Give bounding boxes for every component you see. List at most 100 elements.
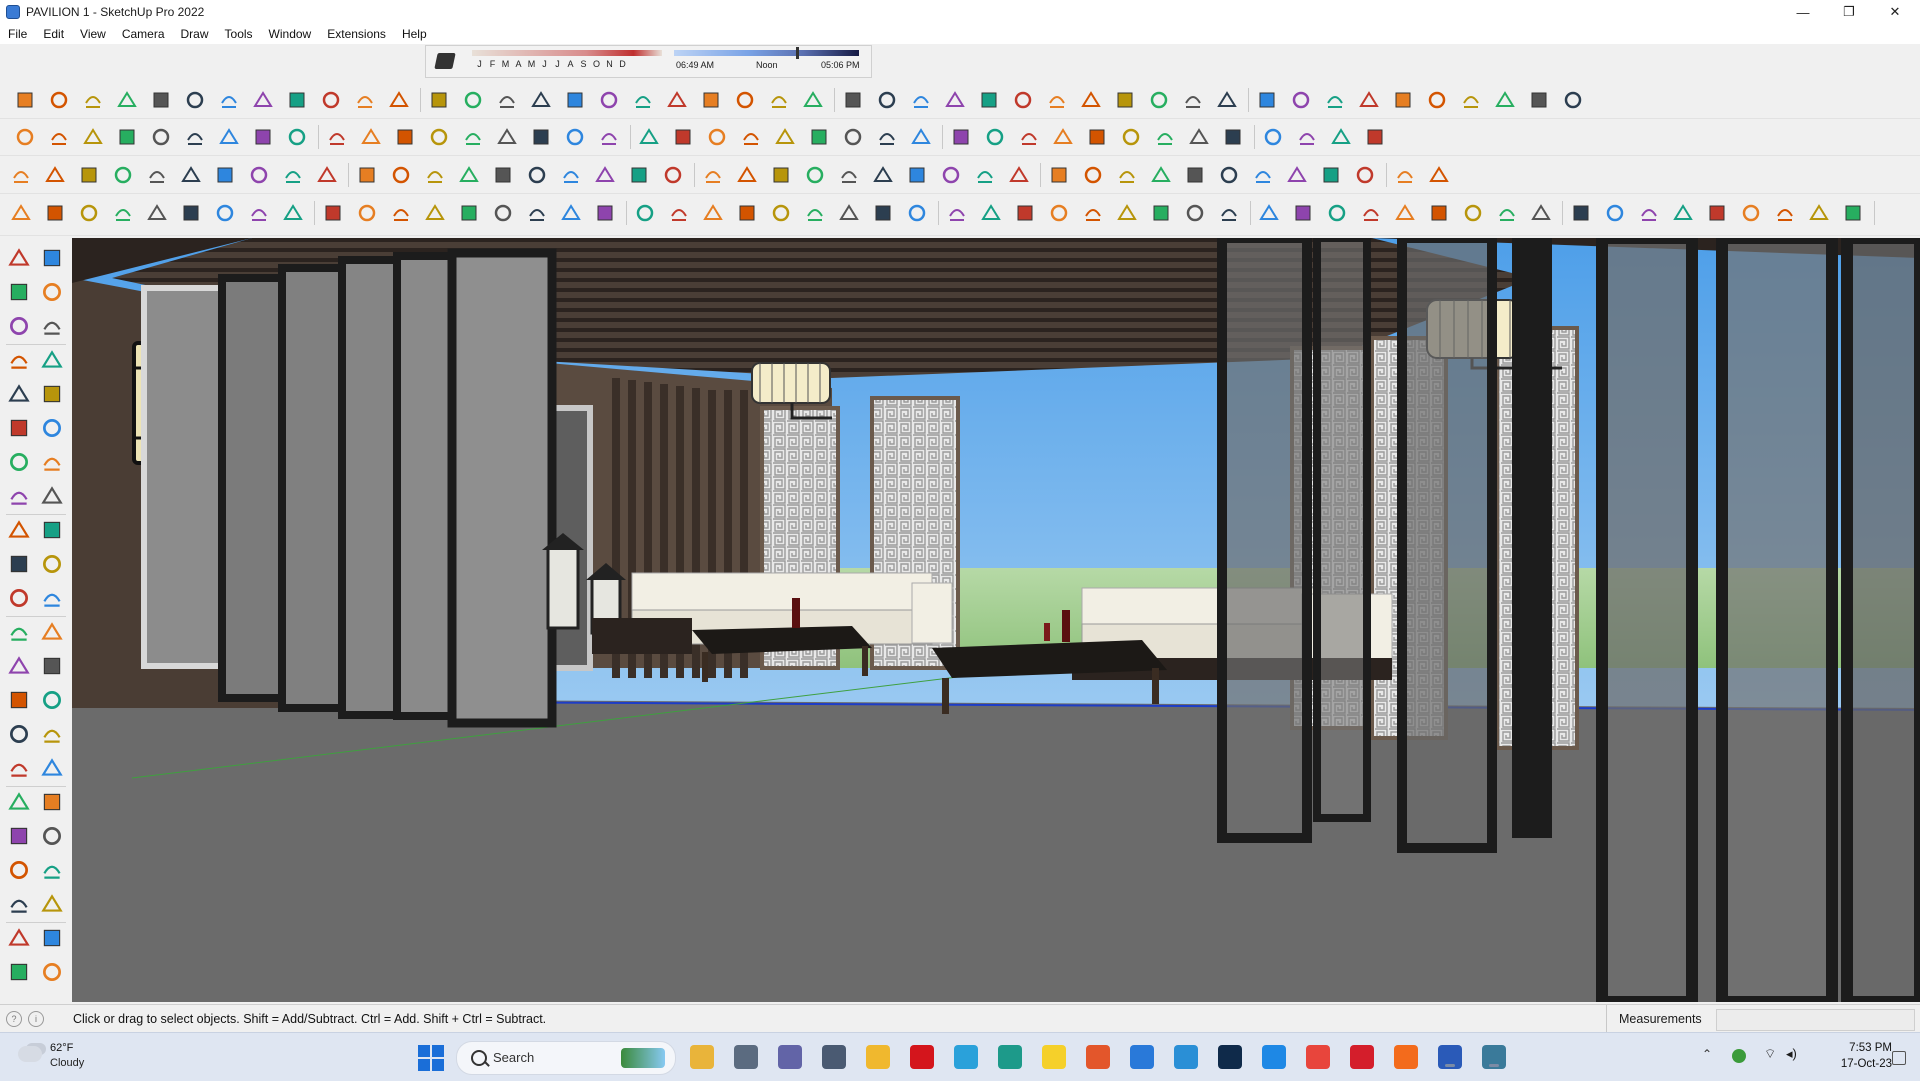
toolbar-tool-icon[interactable] xyxy=(668,202,690,224)
toolbar-tool-icon[interactable] xyxy=(1218,202,1240,224)
close-button[interactable]: ✕ xyxy=(1872,0,1918,24)
start-button[interactable] xyxy=(418,1045,444,1071)
toolbar-tool-icon[interactable] xyxy=(1426,89,1448,111)
soundcloud-icon[interactable] xyxy=(1394,1045,1418,1069)
file-explorer-icon[interactable] xyxy=(690,1045,714,1069)
visual-studio-icon[interactable] xyxy=(1130,1045,1154,1069)
toolbar-tool-icon[interactable] xyxy=(252,89,274,111)
toolbar-tool-icon[interactable] xyxy=(10,202,32,224)
toolbar-tool-icon[interactable] xyxy=(594,164,616,186)
app-3-icon[interactable] xyxy=(1174,1045,1198,1069)
toolbar-tool-icon[interactable] xyxy=(462,126,484,148)
toolbar-tool-icon[interactable] xyxy=(804,164,826,186)
menu-draw[interactable]: Draw xyxy=(173,27,217,41)
toolbar-tool-icon[interactable] xyxy=(1392,89,1414,111)
toolbar-tool-icon[interactable] xyxy=(1808,202,1830,224)
palette-tool-icon[interactable] xyxy=(40,654,64,678)
toolbar-tool-icon[interactable] xyxy=(1360,202,1382,224)
toolbar-tool-icon[interactable] xyxy=(634,202,656,224)
palette-tool-icon[interactable] xyxy=(40,756,64,780)
toolbar-tool-icon[interactable] xyxy=(944,89,966,111)
chevron-up-icon[interactable]: ⌃ xyxy=(1702,1047,1716,1061)
palette-tool-icon[interactable] xyxy=(7,280,31,304)
palette-tool-icon[interactable] xyxy=(40,280,64,304)
toolbar-tool-icon[interactable] xyxy=(736,202,758,224)
toolbar-tool-icon[interactable] xyxy=(282,164,304,186)
toolbar-tool-icon[interactable] xyxy=(1672,202,1694,224)
toolbar-tool-icon[interactable] xyxy=(702,202,724,224)
toolbar-tool-icon[interactable] xyxy=(906,202,928,224)
toolbar-tool-icon[interactable] xyxy=(428,126,450,148)
toolbar-tool-icon[interactable] xyxy=(1048,202,1070,224)
menu-help[interactable]: Help xyxy=(394,27,435,41)
toolbar-tool-icon[interactable] xyxy=(734,89,756,111)
toolbar-tool-icon[interactable] xyxy=(214,202,236,224)
toolbar-tool-icon[interactable] xyxy=(802,89,824,111)
toolbar-tool-icon[interactable] xyxy=(316,164,338,186)
palette-tool-icon[interactable] xyxy=(40,688,64,712)
toolbar-tool-icon[interactable] xyxy=(146,164,168,186)
palette-tool-icon[interactable] xyxy=(7,382,31,406)
toolbar-tool-icon[interactable] xyxy=(1120,126,1142,148)
toolbar-tool-icon[interactable] xyxy=(390,164,412,186)
cloud-icon[interactable] xyxy=(18,1046,42,1062)
toolbar-tool-icon[interactable] xyxy=(1638,202,1660,224)
toolbar-tool-icon[interactable] xyxy=(1428,164,1450,186)
toolbar-tool-icon[interactable] xyxy=(598,126,620,148)
palette-tool-icon[interactable] xyxy=(7,620,31,644)
toolbar-tool-icon[interactable] xyxy=(286,126,308,148)
toolbar-tool-icon[interactable] xyxy=(526,202,548,224)
photoshop-icon[interactable] xyxy=(1218,1045,1242,1069)
palette-tool-icon[interactable] xyxy=(7,552,31,576)
toolbar-tool-icon[interactable] xyxy=(842,89,864,111)
toolbar-tool-icon[interactable] xyxy=(1218,164,1240,186)
toolbar-tool-icon[interactable] xyxy=(1184,202,1206,224)
palette-tool-icon[interactable] xyxy=(7,586,31,610)
palette-tool-icon[interactable] xyxy=(40,314,64,338)
toolbar-tool-icon[interactable] xyxy=(910,89,932,111)
toolbar-tool-icon[interactable] xyxy=(320,89,342,111)
toolbar-tool-icon[interactable] xyxy=(1216,89,1238,111)
toolbar-tool-icon[interactable] xyxy=(662,164,684,186)
toolbar-tool-icon[interactable] xyxy=(594,202,616,224)
wifi-icon[interactable]: ⌔ xyxy=(1764,1046,1778,1061)
toolbar-tool-icon[interactable] xyxy=(1292,202,1314,224)
toolbar-tool-icon[interactable] xyxy=(842,126,864,148)
toolbar-tool-icon[interactable] xyxy=(872,202,894,224)
toolbar-tool-icon[interactable] xyxy=(462,89,484,111)
toolbar-tool-icon[interactable] xyxy=(560,202,582,224)
toolbar-tool-icon[interactable] xyxy=(184,126,206,148)
palette-tool-icon[interactable] xyxy=(7,960,31,984)
palette-tool-icon[interactable] xyxy=(7,450,31,474)
toolbar-tool-icon[interactable] xyxy=(492,202,514,224)
toolbar-tool-icon[interactable] xyxy=(1496,202,1518,224)
toolbar-tool-icon[interactable] xyxy=(804,202,826,224)
toolbar-tool-icon[interactable] xyxy=(702,164,724,186)
toolbar-tool-icon[interactable] xyxy=(496,89,518,111)
toolbar-tool-icon[interactable] xyxy=(14,126,36,148)
palette-tool-icon[interactable] xyxy=(40,790,64,814)
toolbar-tool-icon[interactable] xyxy=(706,126,728,148)
toolbar-tool-icon[interactable] xyxy=(906,164,928,186)
toolbar-tool-icon[interactable] xyxy=(632,89,654,111)
toolbar-tool-icon[interactable] xyxy=(356,164,378,186)
toolbar-tool-icon[interactable] xyxy=(1082,202,1104,224)
palette-tool-icon[interactable] xyxy=(40,246,64,270)
palette-tool-icon[interactable] xyxy=(40,518,64,542)
toolbar-tool-icon[interactable] xyxy=(774,126,796,148)
toolbar-tool-icon[interactable] xyxy=(768,89,790,111)
toolbar-tool-icon[interactable] xyxy=(700,89,722,111)
palette-tool-icon[interactable] xyxy=(7,722,31,746)
toolbar-tool-icon[interactable] xyxy=(1354,164,1376,186)
menu-edit[interactable]: Edit xyxy=(35,27,72,41)
toolbar-tool-icon[interactable] xyxy=(388,89,410,111)
palette-tool-icon[interactable] xyxy=(7,484,31,508)
time-slider-thumb[interactable] xyxy=(796,47,799,59)
palette-tool-icon[interactable] xyxy=(7,654,31,678)
toolbar-tool-icon[interactable] xyxy=(218,89,240,111)
toolbar-tool-icon[interactable] xyxy=(1528,89,1550,111)
toolbar-tool-icon[interactable] xyxy=(876,126,898,148)
geolocation-icon[interactable]: ? xyxy=(6,1011,22,1027)
palette-tool-icon[interactable] xyxy=(7,518,31,542)
menu-file[interactable]: File xyxy=(0,27,35,41)
